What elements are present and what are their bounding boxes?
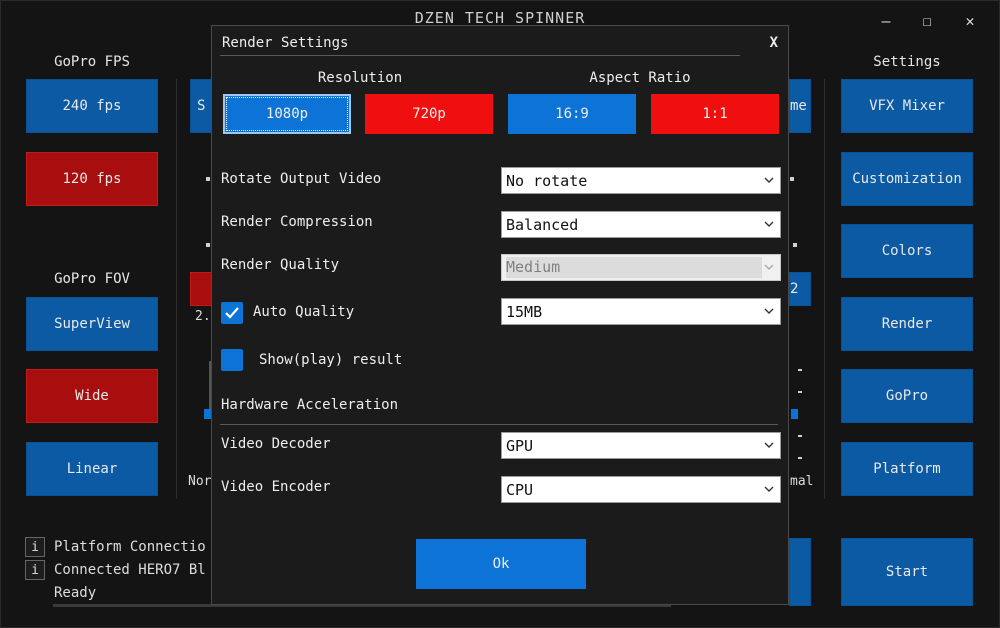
gopro-fov-label: GoPro FOV bbox=[54, 271, 130, 287]
resolution-720p-button[interactable]: 720p bbox=[365, 94, 493, 134]
hidden-right-button[interactable]: me bbox=[789, 79, 811, 133]
rotate-select-value: No rotate bbox=[506, 171, 588, 190]
encoder-select[interactable]: CPU bbox=[501, 476, 781, 503]
ok-button[interactable]: Ok bbox=[416, 539, 586, 589]
quality-select: Medium bbox=[501, 254, 781, 281]
gopro-button[interactable]: GoPro bbox=[841, 369, 973, 423]
hidden-left-button-label: S bbox=[197, 98, 206, 114]
quality-select-value: Medium bbox=[506, 257, 762, 278]
slider-tick bbox=[798, 457, 802, 459]
platform-button[interactable]: Platform bbox=[841, 442, 973, 496]
colors-button[interactable]: Colors bbox=[841, 224, 973, 278]
chevron-down-icon bbox=[764, 486, 774, 492]
status-line: i Connected HERO7 Bl bbox=[25, 560, 206, 580]
resolution-label: Resolution bbox=[317, 70, 403, 86]
quality-label: Render Quality bbox=[221, 257, 340, 273]
slider-tick bbox=[206, 243, 210, 247]
fov-superview-button[interactable]: SuperView bbox=[26, 297, 158, 351]
compression-label: Render Compression bbox=[221, 214, 373, 230]
slider-tick bbox=[798, 391, 802, 393]
render-button[interactable]: Render bbox=[841, 297, 973, 351]
aspect-1-1-button[interactable]: 1:1 bbox=[651, 94, 779, 134]
auto-quality-checkbox[interactable] bbox=[221, 302, 243, 324]
fps-120-button[interactable]: 120 fps bbox=[26, 152, 158, 206]
hidden-bottom-button[interactable] bbox=[789, 538, 811, 606]
slider-handle-left[interactable] bbox=[204, 409, 211, 419]
size-select[interactable]: 15MB bbox=[501, 298, 781, 325]
encoder-label: Video Encoder bbox=[221, 479, 331, 495]
divider-right bbox=[824, 79, 825, 499]
decoder-label: Video Decoder bbox=[221, 436, 331, 452]
start-button[interactable]: Start bbox=[841, 538, 973, 606]
vfx-mixer-button[interactable]: VFX Mixer bbox=[841, 79, 973, 133]
chevron-down-icon bbox=[764, 264, 774, 270]
hidden-normal-left-label: Nor bbox=[188, 474, 212, 489]
show-result-checkbox[interactable] bbox=[221, 349, 243, 371]
checkmark-icon bbox=[225, 307, 239, 319]
hidden-left-red-button[interactable] bbox=[190, 272, 212, 306]
compression-select-value: Balanced bbox=[506, 215, 579, 234]
hw-separator bbox=[220, 424, 778, 425]
dialog-title: Render Settings bbox=[222, 35, 349, 51]
decoder-select-value: GPU bbox=[506, 436, 534, 455]
size-select-value: 15MB bbox=[506, 302, 543, 321]
minimize-button[interactable]: — bbox=[866, 7, 906, 35]
slider-tick bbox=[798, 435, 802, 437]
slider-tick bbox=[793, 243, 797, 247]
hidden-right-blue-button-label: 2 bbox=[790, 281, 799, 297]
resolution-1080p-button[interactable]: 1080p bbox=[223, 94, 351, 134]
encoder-select-value: CPU bbox=[506, 480, 534, 499]
fov-linear-button[interactable]: Linear bbox=[26, 442, 158, 496]
decoder-select[interactable]: GPU bbox=[501, 432, 781, 459]
hidden-left-button[interactable]: S bbox=[190, 79, 212, 133]
close-window-button[interactable]: ✕ bbox=[950, 7, 990, 35]
dialog-close-button[interactable]: X bbox=[770, 35, 778, 51]
show-result-label: Show(play) result bbox=[259, 352, 403, 368]
info-icon: i bbox=[25, 560, 45, 580]
chevron-down-icon bbox=[764, 442, 774, 448]
maximize-button[interactable]: ☐ bbox=[907, 7, 947, 35]
hidden-normal-right-label: mal bbox=[790, 474, 814, 489]
hidden-left-value: 2. bbox=[195, 309, 211, 324]
status-line: Ready bbox=[25, 583, 96, 603]
chevron-down-icon bbox=[764, 177, 774, 183]
gopro-fps-label: GoPro FPS bbox=[54, 54, 130, 70]
status-text: Ready bbox=[54, 585, 97, 601]
status-text: Connected HERO7 Bl bbox=[54, 562, 206, 578]
fps-240-button[interactable]: 240 fps bbox=[26, 79, 158, 133]
customization-button[interactable]: Customization bbox=[841, 152, 973, 206]
compression-select[interactable]: Balanced bbox=[501, 211, 781, 238]
chevron-down-icon bbox=[764, 308, 774, 314]
hidden-right-button-label: me bbox=[790, 98, 807, 114]
auto-quality-label: Auto Quality bbox=[253, 304, 355, 320]
settings-label: Settings bbox=[873, 54, 941, 70]
aspect-ratio-label: Aspect Ratio bbox=[589, 70, 691, 86]
slider-tick bbox=[790, 177, 794, 181]
render-settings-dialog: Render Settings X Resolution Aspect Rati… bbox=[211, 25, 789, 605]
app-window: DZEN TECH SPINNER — ☐ ✕ GoPro FPS 240 fp… bbox=[0, 0, 1000, 628]
status-text: Platform Connectio bbox=[54, 539, 206, 555]
info-icon: i bbox=[25, 537, 45, 557]
rotate-select[interactable]: No rotate bbox=[501, 167, 781, 194]
status-line: i Platform Connectio bbox=[25, 537, 206, 557]
slider-handle-right[interactable] bbox=[791, 409, 798, 419]
slider-tick bbox=[798, 369, 802, 371]
title-separator bbox=[220, 55, 740, 56]
hidden-right-blue-button[interactable]: 2 bbox=[789, 272, 811, 306]
chevron-down-icon bbox=[764, 221, 774, 227]
slider-tick bbox=[206, 177, 210, 181]
divider-left bbox=[176, 79, 177, 499]
rotate-label: Rotate Output Video bbox=[221, 171, 382, 187]
aspect-16-9-button[interactable]: 16:9 bbox=[508, 94, 636, 134]
fov-wide-button[interactable]: Wide bbox=[26, 369, 158, 423]
hardware-acceleration-label: Hardware Acceleration bbox=[221, 397, 399, 413]
status-icon-placeholder bbox=[25, 583, 45, 603]
